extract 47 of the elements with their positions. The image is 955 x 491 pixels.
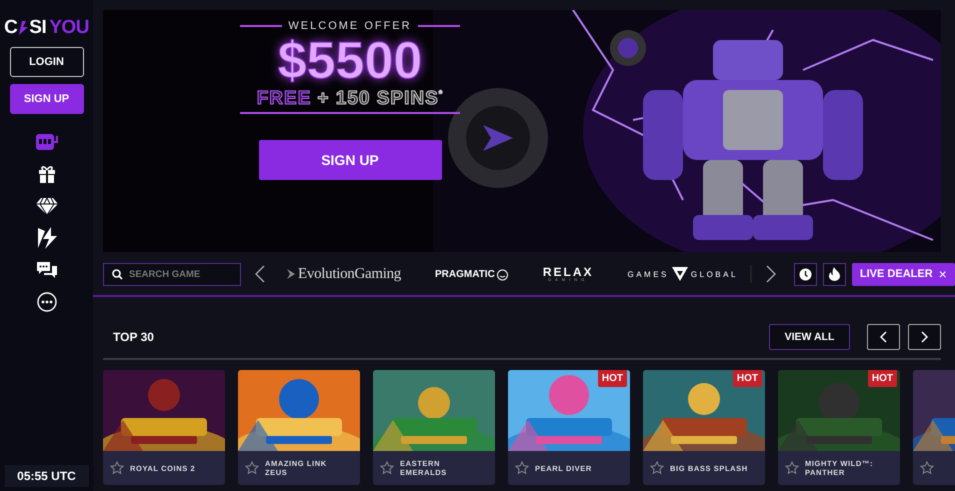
favorite-star-icon[interactable] [245, 461, 259, 475]
spins-text: + 150 SPINS$^{*}$ [317, 88, 444, 110]
favorite-star-icon[interactable] [110, 461, 124, 475]
free-text: FREE [256, 88, 312, 110]
welcome-offer-text: WELCOME OFFER [288, 20, 412, 32]
favorite-star-icon[interactable] [785, 461, 799, 475]
favorite-star-icon[interactable] [650, 461, 664, 475]
previous-button[interactable] [867, 324, 900, 350]
more-icon[interactable] [36, 292, 56, 312]
logo-text: C [4, 18, 18, 38]
flame-icon [828, 267, 840, 281]
search-icon [112, 268, 123, 280]
provider-logo[interactable]: PRAGMATIC [435, 268, 509, 280]
sign-up-button[interactable]: SIGN UP [258, 140, 442, 180]
view-all-button[interactable]: VIEW ALL [769, 324, 850, 350]
logo-text: YOU [49, 18, 89, 38]
recent-filter-button[interactable] [794, 262, 817, 286]
clock-text: 05:55 UTC [4, 465, 88, 487]
provider-logo[interactable]: EvolutionGaming [287, 266, 401, 282]
clock-icon [798, 268, 812, 280]
section-title: TOP 30 [113, 330, 155, 344]
chat-icon[interactable] [36, 260, 58, 280]
bonus-amount: $5500 [278, 32, 422, 90]
favorite-star-icon[interactable] [515, 461, 529, 475]
slot-machine-icon[interactable] [34, 132, 58, 152]
hot-badge: HOT [868, 370, 897, 387]
hot-badge: HOT [732, 370, 762, 387]
chevron-right-icon[interactable] [766, 265, 776, 283]
favorite-star-icon[interactable] [920, 461, 934, 475]
lightning-bolt-icon[interactable] [36, 226, 58, 250]
chevron-left-icon[interactable] [255, 265, 265, 283]
diamond-icon[interactable] [34, 196, 58, 216]
search-field[interactable]: SEARCH GAME [103, 262, 241, 286]
logo-text: SI [29, 18, 46, 38]
chevron-left-icon [880, 331, 887, 343]
favorite-star-icon[interactable] [380, 461, 394, 475]
hot-filter-button[interactable] [822, 262, 846, 286]
login-button[interactable]: LOGIN [10, 47, 84, 77]
close-icon[interactable]: × [938, 266, 947, 282]
live-dealer-filter[interactable]: LIVE DEALER × [852, 262, 955, 286]
gift-icon[interactable] [36, 164, 56, 184]
bolt-logo-icon [17, 20, 30, 36]
chevron-right-icon [921, 331, 928, 343]
next-button[interactable] [908, 324, 941, 350]
sign-up-button[interactable]: SIGN UP [10, 84, 84, 114]
hot-badge: HOT [598, 370, 627, 387]
provider-logo[interactable]: GAMES GLOBAL [627, 266, 738, 282]
